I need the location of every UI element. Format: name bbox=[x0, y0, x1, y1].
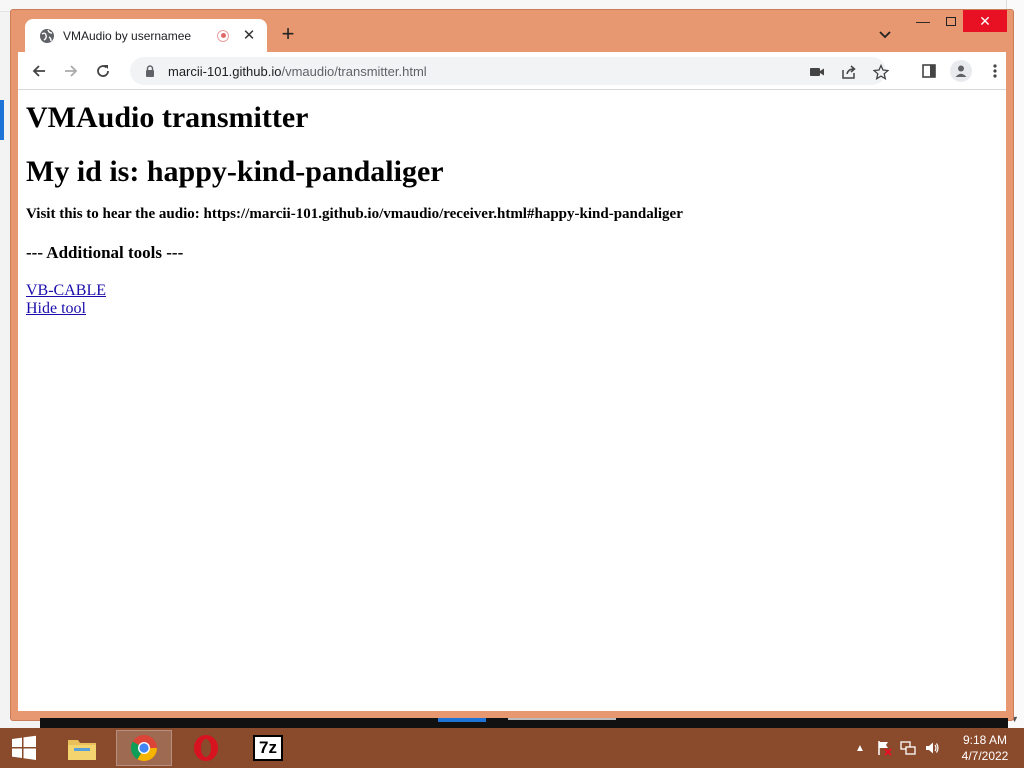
url-path: /vmaudio/transmitter.html bbox=[281, 63, 427, 79]
visit-text: Visit this to hear the audio: https://ma… bbox=[26, 206, 683, 222]
url-host: marcii-101.github.io bbox=[168, 63, 282, 79]
taskbar-file-explorer[interactable] bbox=[54, 730, 110, 766]
7zip-icon: 7z bbox=[253, 735, 283, 761]
vb-cable-link[interactable]: VB-CABLE bbox=[26, 282, 998, 300]
tab-strip: VMAudio by usernamee ✕ + — ✕ bbox=[11, 10, 1013, 52]
tools-heading: --- Additional tools --- bbox=[26, 243, 184, 262]
taskbar-7zip[interactable]: 7z bbox=[240, 730, 296, 766]
reload-button[interactable] bbox=[92, 60, 114, 82]
minimize-button[interactable]: — bbox=[911, 10, 935, 32]
taskbar-chrome[interactable] bbox=[116, 730, 172, 766]
background-window-edge bbox=[40, 718, 1008, 728]
volume-icon[interactable] bbox=[922, 738, 942, 758]
browser-toolbar: marcii-101.github.io/vmaudio/transmitter… bbox=[18, 52, 1006, 89]
system-tray: ▲ 9:18 AM 4/7/2022 bbox=[848, 728, 1024, 768]
forward-button[interactable] bbox=[60, 60, 82, 82]
menu-kebab-icon[interactable] bbox=[986, 62, 1004, 80]
back-button[interactable] bbox=[28, 60, 50, 82]
maximize-icon bbox=[946, 16, 956, 26]
url-text: marcii-101.github.io/vmaudio/transmitter… bbox=[168, 64, 427, 79]
opera-icon bbox=[194, 735, 218, 761]
tab-title: VMAudio by usernamee bbox=[63, 28, 192, 43]
clock[interactable]: 9:18 AM 4/7/2022 bbox=[950, 732, 1020, 764]
taskbar-opera[interactable] bbox=[178, 730, 234, 766]
clock-date: 4/7/2022 bbox=[961, 749, 1009, 763]
window-close-button[interactable]: ✕ bbox=[963, 10, 1007, 32]
clock-time: 9:18 AM bbox=[962, 733, 1008, 747]
tab-search-icon[interactable] bbox=[877, 26, 893, 42]
taskbar: 7z ▲ 9:18 AM 4/7/2022 bbox=[0, 728, 1024, 768]
chrome-icon bbox=[130, 735, 158, 762]
side-panel-icon[interactable] bbox=[920, 62, 938, 80]
background-accent bbox=[0, 100, 4, 140]
recording-indicator-icon bbox=[217, 29, 229, 42]
windows-logo-icon bbox=[12, 735, 36, 760]
folder-icon bbox=[68, 740, 96, 760]
maximize-button[interactable] bbox=[939, 10, 963, 32]
page-heading: VMAudio transmitter bbox=[26, 101, 309, 134]
browser-window: VMAudio by usernamee ✕ + — ✕ marcii-101.… bbox=[11, 10, 1013, 720]
forward-arrow-icon bbox=[65, 65, 78, 77]
profile-avatar-icon[interactable] bbox=[950, 60, 972, 82]
share-icon[interactable] bbox=[840, 63, 858, 81]
id-heading: My id is: happy-kind-pandaliger bbox=[26, 155, 444, 188]
start-button[interactable] bbox=[0, 728, 48, 768]
page-content: VMAudio transmitter My id is: happy-kind… bbox=[18, 89, 1006, 711]
tab-close-icon[interactable]: ✕ bbox=[241, 27, 257, 44]
action-center-flag-icon[interactable] bbox=[874, 738, 894, 758]
address-bar[interactable]: marcii-101.github.io/vmaudio/transmitter… bbox=[130, 57, 889, 85]
reload-icon bbox=[97, 65, 109, 77]
camera-icon[interactable] bbox=[808, 63, 826, 81]
back-arrow-icon bbox=[32, 65, 45, 77]
bookmark-star-icon[interactable] bbox=[872, 63, 890, 81]
network-icon[interactable] bbox=[898, 738, 918, 758]
lock-icon bbox=[146, 65, 154, 77]
hide-tool-link[interactable]: Hide tool bbox=[26, 300, 998, 318]
new-tab-button[interactable]: + bbox=[277, 23, 299, 46]
globe-icon bbox=[40, 28, 54, 43]
show-hidden-icons-icon[interactable]: ▲ bbox=[850, 738, 870, 758]
tab-vmaudio[interactable]: VMAudio by usernamee ✕ bbox=[25, 19, 267, 52]
